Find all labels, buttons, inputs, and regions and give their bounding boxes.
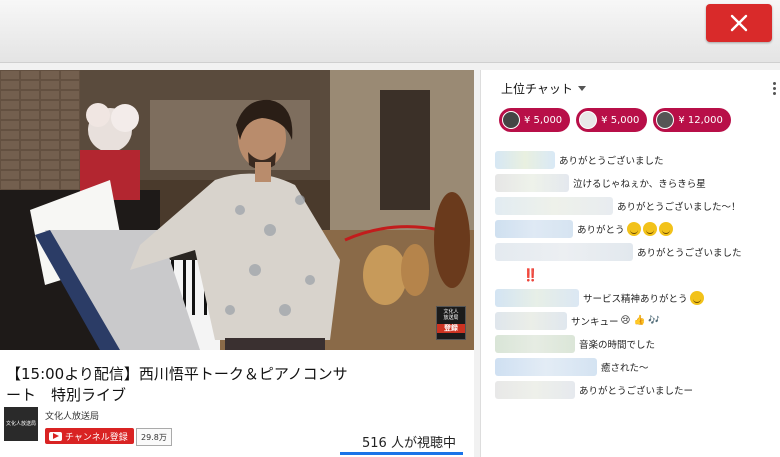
more-options-icon[interactable] <box>773 82 777 95</box>
viewer-count: 516 人が視聴中 <box>362 436 456 451</box>
chat-message: サンキュー 😢 👍 🎶 <box>495 309 779 332</box>
avatar <box>656 111 675 129</box>
chat-message-text: ありがとうございました <box>637 247 742 259</box>
channel-watermark[interactable]: 文化人 放送局 登録 <box>436 306 466 340</box>
chat-message-text: 泣けるじゃねぇか、きらきら星 <box>573 178 706 190</box>
chat-message: ありがとうございましたー <box>495 378 779 401</box>
video-info: 【15:00より配信】西川悟平トーク＆ピアノコンサート 特別ライブ 文化人放送局… <box>0 350 474 457</box>
blurred-username <box>495 242 633 261</box>
close-icon <box>730 14 748 32</box>
video-title: 【15:00より配信】西川悟平トーク＆ピアノコンサート 特別ライブ <box>6 365 348 404</box>
superchat-ticker[interactable]: ¥ 12,000 <box>653 108 731 132</box>
live-chat: 上位チャット ¥ 5,000 ¥ 5,000 ¥ 12,000 ありがとうござい… <box>480 70 780 457</box>
chat-message: ありがとうございました <box>495 240 779 263</box>
subscribe-button[interactable]: チャンネル登録 <box>45 428 134 444</box>
superchat-tickers: ¥ 5,000 ¥ 5,000 ¥ 12,000 <box>499 108 731 132</box>
subscriber-count: 29.8万 <box>136 428 172 446</box>
avatar <box>579 111 598 129</box>
youtube-play-icon <box>49 431 62 441</box>
chat-message-text: 癒された〜 <box>601 362 649 374</box>
channel-avatar[interactable]: 文化人放送局 <box>4 407 38 441</box>
chat-message: サービス精神ありがとう <box>495 286 779 309</box>
superchat-ticker[interactable]: ¥ 5,000 <box>499 108 571 132</box>
chat-message: 音楽の時間でした <box>495 332 779 355</box>
chat-message: ありがとうございました〜！ <box>495 194 779 217</box>
chat-message-text: ありがとうございましたー <box>579 385 694 397</box>
blurred-username <box>495 173 569 192</box>
smile-emoji-icon <box>658 221 673 236</box>
blurred-username <box>495 219 573 238</box>
video-frame <box>0 70 474 350</box>
chat-message-text: ありがとうございました <box>559 155 664 167</box>
chat-message: 泣けるじゃねぇか、きらきら星 <box>495 171 779 194</box>
chat-message-text: ありがとう <box>577 224 625 236</box>
blurred-username <box>495 196 613 215</box>
chat-message-text: ‼️ <box>523 267 538 282</box>
watermark-subscribe: 登録 <box>437 324 465 333</box>
chat-message-text: サンキュー <box>571 316 619 328</box>
chat-message: ‼️ <box>495 263 779 286</box>
blurred-username <box>495 380 575 399</box>
chat-message: ありがとうございました <box>495 148 779 171</box>
top-bar <box>0 0 780 63</box>
chat-message: 癒された〜 <box>495 355 779 378</box>
blurred-username <box>495 311 567 330</box>
channel-name[interactable]: 文化人放送局 <box>45 409 99 422</box>
avatar <box>502 111 520 129</box>
watermark-line-2: 放送局 <box>443 315 459 321</box>
ticker-amount: ¥ 5,000 <box>524 114 563 126</box>
chevron-down-icon <box>577 86 586 91</box>
blurred-username <box>495 334 575 353</box>
subscribe-label: チャンネル登録 <box>65 432 128 443</box>
ticker-amount: ¥ 12,000 <box>678 114 723 126</box>
ticker-amount: ¥ 5,000 <box>601 114 640 126</box>
smile-emoji-icon <box>626 221 641 236</box>
chat-mode-dropdown[interactable]: 上位チャット <box>501 80 586 97</box>
blurred-username <box>495 150 555 169</box>
blurred-username <box>495 357 597 376</box>
smile-emoji-icon <box>689 290 704 305</box>
video-player[interactable]: 文化人 放送局 登録 <box>0 70 474 350</box>
chat-message-text: 音楽の時間でした <box>579 339 656 351</box>
blurred-username <box>495 288 579 307</box>
chat-message-text: サービス精神ありがとう <box>583 293 688 305</box>
close-button[interactable] <box>706 4 772 42</box>
chat-message-text: ありがとうございました〜！ <box>617 201 741 213</box>
smile-emoji-icon <box>642 221 657 236</box>
superchat-ticker[interactable]: ¥ 5,000 <box>576 108 648 132</box>
viewer-underline <box>340 452 463 455</box>
chat-message: ありがとう <box>495 217 779 240</box>
chat-messages: ありがとうございました 泣けるじゃねぇか、きらきら星 ありがとうございました〜！… <box>495 148 779 401</box>
chat-mode-label: 上位チャット <box>501 82 573 96</box>
emoji-reactions: 😢 👍 🎶 <box>620 315 661 326</box>
